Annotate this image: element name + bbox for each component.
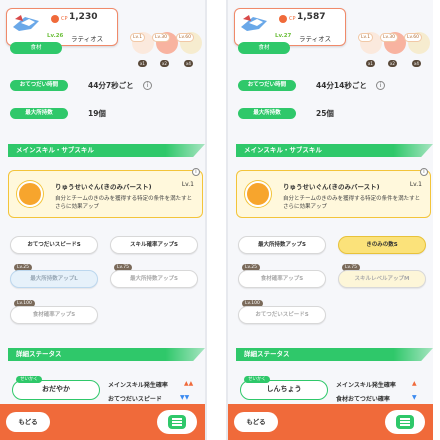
help-time-tag: おてつだい時間 [238, 80, 296, 91]
stat-up-arrow-icon: ▲ [412, 380, 417, 387]
ingredient-count: x1 [366, 60, 375, 67]
menu-icon [168, 415, 186, 429]
help-time-tag: おてつだい時間 [10, 80, 68, 91]
menu-button[interactable] [157, 410, 197, 434]
section-header-status: 詳細ステータス [8, 348, 205, 361]
subskill-1[interactable]: 最大所持数アップS [238, 236, 326, 254]
stat-up-arrows-icon: ▲▲ [184, 380, 194, 387]
pokemon-name: ラティオス [71, 35, 104, 43]
cp-icon [51, 15, 59, 23]
max-carry-value: 25個 [316, 109, 334, 118]
cp-label: CP [61, 16, 68, 22]
cp-value: 1,230 [69, 12, 98, 22]
bottom-bar: もどる [228, 404, 433, 440]
pokemon-name: ラティオス [299, 35, 332, 43]
section-header-skills: メインスキル・サブスキル [236, 144, 433, 157]
nature-up-stat: メインスキル発生確率 [108, 382, 168, 389]
berry-burst-skill-icon [245, 181, 271, 207]
ingredient-count: x4 [412, 60, 421, 67]
main-skill-card[interactable]: りゅうせいぐん(きのみバースト) Lv.1 自分とチームのきのみを獲得する特定の… [8, 168, 203, 218]
section-header-skills: メインスキル・サブスキル [8, 144, 205, 157]
nature-tag: せいかく [244, 376, 270, 383]
ingredient-lv-label: Lv.1 [130, 33, 146, 42]
subskill-2[interactable]: きのみの数S [338, 236, 426, 254]
max-carry-tag: 最大所持数 [238, 108, 296, 119]
pokemon-level: Lv.26 [47, 33, 64, 39]
nature-button[interactable]: しんちょう [240, 380, 328, 400]
help-time-value: 44分7秒ごと [88, 81, 134, 90]
main-skill-level: Lv.1 [181, 181, 194, 188]
cp-icon [279, 15, 287, 23]
subskill-4[interactable]: スキルレベルアップM [338, 270, 426, 288]
nature-tag: せいかく [16, 376, 42, 383]
main-skill-description: 自分とチームのきのみを獲得する特定の条件を満たすとさらに効果アップ [55, 196, 193, 210]
main-skill-card[interactable]: りゅうせいぐん(きのみバースト) Lv.1 自分とチームのきのみを獲得する特定の… [236, 168, 431, 218]
ingredient-lv-label: Lv.60 [176, 33, 194, 42]
nature-up-stat: メインスキル発生確率 [336, 382, 396, 389]
subskill-3[interactable]: 最大所持数アップL [10, 270, 98, 288]
latios-sprite-icon [241, 15, 267, 31]
nature-button[interactable]: おだやか [12, 380, 100, 400]
pokemon-card[interactable]: CP 1,230 Lv.26 ラティオス [6, 8, 118, 46]
info-icon[interactable]: i [192, 168, 200, 176]
subskill-1[interactable]: おてつだいスピードS [10, 236, 98, 254]
cp-label: CP [289, 16, 296, 22]
back-button[interactable]: もどる [234, 412, 278, 432]
help-time-value: 44分14秒ごと [316, 81, 367, 90]
ingredient-lv-label: Lv.60 [404, 33, 422, 42]
stat-down-arrows-icon: ▼▼ [180, 394, 190, 401]
max-carry-value: 19個 [88, 109, 106, 118]
pokemon-detail-panel-left: CP 1,230 Lv.26 ラティオス 食材 Lv.1 x1 Lv.30 x2… [0, 0, 205, 440]
back-button[interactable]: もどる [6, 412, 50, 432]
pokemon-level: Lv.27 [275, 33, 292, 39]
ingredient-count: x2 [388, 60, 397, 67]
ingredient-lv-label: Lv.30 [152, 33, 170, 42]
section-header-status: 詳細ステータス [236, 348, 433, 361]
subskill-2[interactable]: スキル確率アップS [110, 236, 198, 254]
specialty-tag: 食材 [10, 42, 62, 54]
ingredient-count: x4 [184, 60, 193, 67]
specialty-tag: 食材 [238, 42, 290, 54]
menu-button[interactable] [385, 410, 425, 434]
subskill-3[interactable]: 食材確率アップS [238, 270, 326, 288]
main-skill-name: りゅうせいぐん(きのみバースト) [283, 183, 380, 191]
pokemon-detail-panel-right: CP 1,587 Lv.27 ラティオス 食材 Lv.1 x1 Lv.30 x2… [228, 0, 433, 440]
info-icon[interactable]: i [376, 81, 385, 90]
subskill-4[interactable]: 最大所持数アップS [110, 270, 198, 288]
latios-sprite-icon [13, 15, 39, 31]
ingredient-lv-label: Lv.1 [358, 33, 374, 42]
nature-down-stat: 食材おてつだい確率 [336, 396, 390, 403]
main-skill-description: 自分とチームのきのみを獲得する特定の条件を満たすとさらに効果アップ [283, 196, 421, 210]
subskill-5[interactable]: おてつだいスピードS [238, 306, 326, 324]
berry-burst-skill-icon [17, 181, 43, 207]
max-carry-tag: 最大所持数 [10, 108, 68, 119]
info-icon[interactable]: i [420, 168, 428, 176]
ingredient-lv-label: Lv.30 [380, 33, 398, 42]
menu-icon [396, 415, 414, 429]
nature-down-stat: おてつだいスピード [108, 396, 162, 403]
ingredient-count: x1 [138, 60, 147, 67]
cp-value: 1,587 [297, 12, 326, 22]
ingredient-count: x2 [160, 60, 169, 67]
main-skill-name: りゅうせいぐん(きのみバースト) [55, 183, 152, 191]
pokemon-card[interactable]: CP 1,587 Lv.27 ラティオス [234, 8, 346, 46]
subskill-5[interactable]: 食材確率アップS [10, 306, 98, 324]
main-skill-level: Lv.1 [409, 181, 422, 188]
bottom-bar: もどる [0, 404, 205, 440]
panel-divider [205, 0, 207, 440]
stat-down-arrow-icon: ▼ [412, 394, 417, 401]
info-icon[interactable]: i [143, 81, 152, 90]
